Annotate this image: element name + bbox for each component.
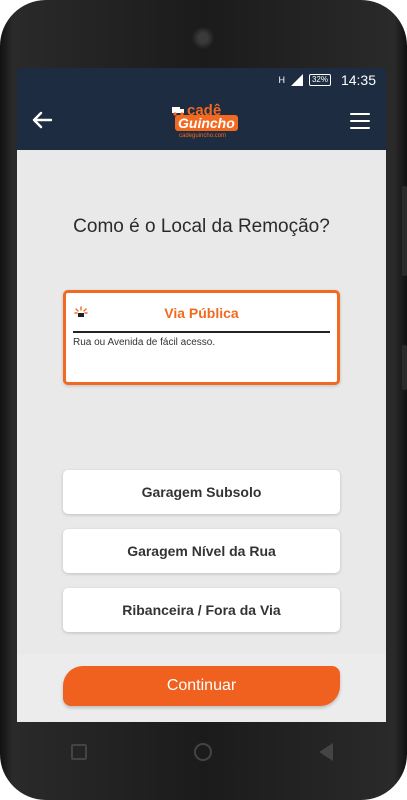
continue-button[interactable]: Continuar <box>63 666 340 706</box>
option-description: Rua ou Avenida de fácil acesso. <box>73 337 216 348</box>
option-garagem-nivel-rua[interactable]: Garagem Nível da Rua <box>63 529 340 573</box>
app-logo: cadê Guincho cadeguincho.com <box>171 102 238 142</box>
arrow-left-icon[interactable] <box>31 109 55 133</box>
hamburger-menu-icon[interactable] <box>350 113 370 129</box>
screen: H 32% 14:35 cadê Guincho cadeguincho.com… <box>17 68 386 722</box>
option-garagem-subsolo[interactable]: Garagem Subsolo <box>63 470 340 514</box>
option-ribanceira[interactable]: Ribanceira / Fora da Via <box>63 588 340 632</box>
option-label: Via Pública <box>164 305 239 321</box>
option-label: Garagem Subsolo <box>141 484 262 500</box>
android-nav-bar <box>17 722 386 782</box>
volume-button <box>402 186 407 276</box>
main-content: Como é o Local da Remoção? Via Pública R… <box>17 150 386 722</box>
logo-text-main: Guincho <box>175 115 238 131</box>
status-bar: H 32% 14:35 <box>17 68 386 92</box>
battery-icon: 32% <box>308 74 331 86</box>
recent-apps-icon[interactable] <box>70 744 87 760</box>
status-time: 14:35 <box>340 72 376 88</box>
logo-url: cadeguincho.com <box>179 133 227 139</box>
bottom-action-bar: Continuar <box>17 654 386 722</box>
divider <box>73 331 330 333</box>
phone-frame: H 32% 14:35 cadê Guincho cadeguincho.com… <box>0 0 407 800</box>
option-label: Ribanceira / Fora da Via <box>122 602 281 618</box>
app-bar: cadê Guincho cadeguincho.com <box>17 92 386 150</box>
siren-icon <box>74 306 88 317</box>
home-icon[interactable] <box>193 743 212 761</box>
option-label: Garagem Nível da Rua <box>127 543 276 559</box>
network-type: H <box>278 74 285 85</box>
option-via-publica[interactable]: Via Pública Rua ou Avenida de fácil aces… <box>63 290 340 385</box>
back-triangle-icon[interactable] <box>318 743 333 761</box>
front-camera <box>192 27 214 49</box>
page-title: Como é o Local da Remoção? <box>73 216 330 237</box>
signal-icon <box>290 74 303 86</box>
power-button <box>402 345 407 390</box>
